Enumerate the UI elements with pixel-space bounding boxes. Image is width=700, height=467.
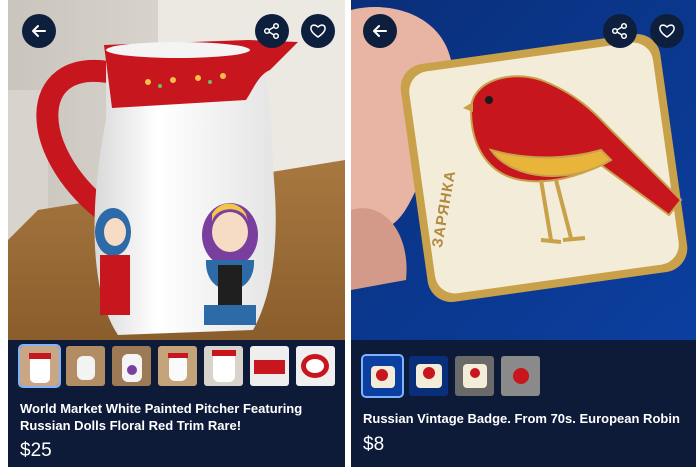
thumbnail[interactable] [18,344,61,388]
heart-icon [310,24,326,38]
thumbnail[interactable] [455,356,494,396]
thumbnail[interactable] [501,356,540,396]
thumbnail[interactable] [361,354,404,398]
listing-card-badge: ЗАРЯНКА Russian Vintage Badge. From 70s.… [351,0,696,467]
favorite-button[interactable] [650,14,684,48]
share-icon [611,22,628,40]
thumbnail[interactable] [158,346,197,386]
listing-title: World Market White Painted Pitcher Featu… [20,401,303,433]
listing-photo[interactable] [8,0,345,340]
thumbnail[interactable] [250,346,289,386]
share-button[interactable] [603,14,637,48]
thumbnail-strip [361,354,540,398]
back-button[interactable] [22,14,56,48]
thumbnail-strip [18,344,335,388]
favorite-button[interactable] [301,14,335,48]
listing-price: $8 [363,434,385,455]
listing-photo[interactable]: ЗАРЯНКА [351,0,696,340]
back-arrow-icon [32,25,46,37]
back-arrow-icon [373,25,387,37]
listing-card-pitcher: World Market White Painted Pitcher Featu… [8,0,345,467]
listing-title: Russian Vintage Badge. From 70s. Europea… [363,411,680,426]
thumbnail[interactable] [409,356,448,396]
thumbnail[interactable] [204,346,243,386]
share-icon [263,22,280,40]
thumbnail[interactable] [296,346,335,386]
thumbnail[interactable] [66,346,105,386]
heart-icon [659,24,675,38]
thumbnail[interactable] [112,346,151,386]
share-button[interactable] [255,14,289,48]
listing-price: $25 [20,440,52,461]
back-button[interactable] [363,14,397,48]
